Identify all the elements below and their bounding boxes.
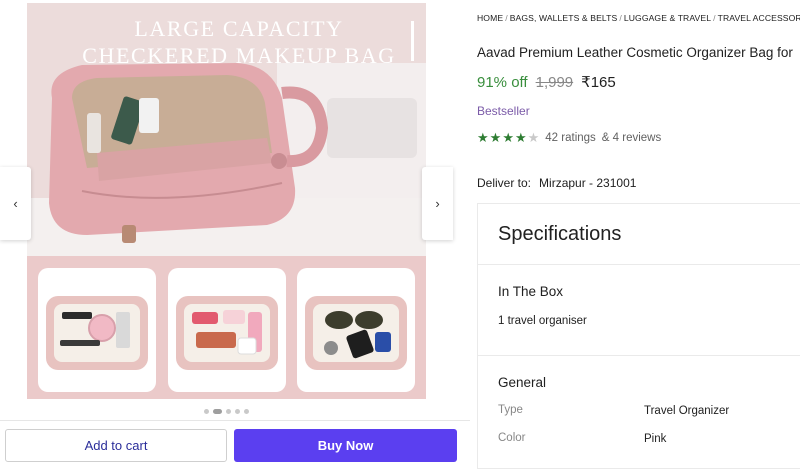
hero-caption-line2: CHECKERED MAKEUP BAG <box>82 43 396 68</box>
star-icon: ★ <box>489 130 502 145</box>
spec-key-color: Color <box>498 432 526 444</box>
specifications-card: Specifications In The Box 1 travel organ… <box>477 203 800 469</box>
general-title: General <box>498 375 547 390</box>
thumbnail-strip <box>27 256 426 399</box>
bag-contents-illustration <box>176 296 278 370</box>
chevron-right-icon: › <box>435 196 440 211</box>
divider <box>478 264 800 265</box>
spec-value-color: Pink <box>644 433 667 445</box>
star-icon: ★ <box>502 130 514 145</box>
bestseller-badge: Bestseller <box>477 104 530 118</box>
delivery-location[interactable]: Deliver to: Mirzapur - 231001 <box>477 176 636 190</box>
breadcrumb-link[interactable]: LUGGAGE & TRAVEL <box>624 13 711 23</box>
carousel-next-button[interactable]: › <box>422 167 453 240</box>
specifications-heading: Specifications <box>498 223 622 245</box>
thumbnail-2[interactable] <box>168 268 286 392</box>
breadcrumb-link[interactable]: BAGS, WALLETS & BELTS <box>510 13 618 23</box>
breadcrumb-separator: / <box>505 13 508 23</box>
ratings-count: 42 ratings <box>545 131 596 144</box>
hero-caption-bar <box>411 21 414 61</box>
thumbnail-3[interactable] <box>297 268 415 392</box>
star-rating: ★ ★ ★ ★ ★ <box>477 131 539 144</box>
selling-price: ₹165 <box>581 74 616 91</box>
in-the-box-value: 1 travel organiser <box>498 315 587 327</box>
thumbnail-1[interactable] <box>38 268 156 392</box>
product-gallery: LARGE CAPACITY CHECKERED MAKEUP BAG ‹ › … <box>0 0 470 469</box>
carousel-dot[interactable] <box>226 409 231 414</box>
product-main-image[interactable]: LARGE CAPACITY CHECKERED MAKEUP BAG <box>27 3 426 256</box>
hero-image-caption: LARGE CAPACITY CHECKERED MAKEUP BAG <box>74 15 404 69</box>
star-icon: ★ <box>514 130 527 145</box>
breadcrumb-link[interactable]: HOME <box>477 13 503 23</box>
deliver-pincode: Mirzapur - 231001 <box>539 176 637 190</box>
breadcrumb-link[interactable]: TRAVEL ACCESSORIES <box>718 13 800 23</box>
carousel-dot[interactable] <box>235 409 240 414</box>
product-title: Aavad Premium Leather Cosmetic Organizer… <box>477 45 793 60</box>
deliver-label: Deliver to: <box>477 176 532 190</box>
breadcrumb-separator: / <box>619 13 622 23</box>
spec-value-type: Travel Organizer <box>644 405 730 417</box>
price-row: 91% off 1,999 ₹165 <box>477 73 616 91</box>
purchase-actions: Add to cart Buy Now <box>0 420 470 469</box>
spec-key-type: Type <box>498 404 523 416</box>
chevron-left-icon: ‹ <box>13 196 18 211</box>
carousel-prev-button[interactable]: ‹ <box>0 167 31 240</box>
add-to-cart-button[interactable]: Add to cart <box>5 429 227 462</box>
breadcrumb: HOME / BAGS, WALLETS & BELTS / LUGGAGE & TRA… <box>477 13 800 23</box>
star-icon: ★ <box>477 130 489 145</box>
hero-caption-line1: LARGE CAPACITY <box>134 16 344 41</box>
discount-percent: 91% off <box>477 74 528 91</box>
breadcrumb-separator: / <box>713 13 716 23</box>
star-icon: ★ <box>527 130 540 145</box>
bag-contents-illustration <box>305 296 407 370</box>
divider <box>478 355 800 356</box>
carousel-dot[interactable] <box>244 409 249 414</box>
carousel-dot[interactable] <box>213 409 222 414</box>
rating-row[interactable]: ★ ★ ★ ★ ★ 42 ratings & 4 reviews <box>477 131 661 144</box>
in-the-box-title: In The Box <box>498 284 564 299</box>
carousel-indicator <box>0 409 453 414</box>
product-details: HOME / BAGS, WALLETS & BELTS / LUGGAGE & TRA… <box>477 0 800 469</box>
carousel-dot[interactable] <box>204 409 209 414</box>
original-price: 1,999 <box>535 74 574 91</box>
bag-contents-illustration <box>46 296 148 370</box>
reviews-count: & 4 reviews <box>601 131 662 144</box>
buy-now-button[interactable]: Buy Now <box>234 429 457 462</box>
